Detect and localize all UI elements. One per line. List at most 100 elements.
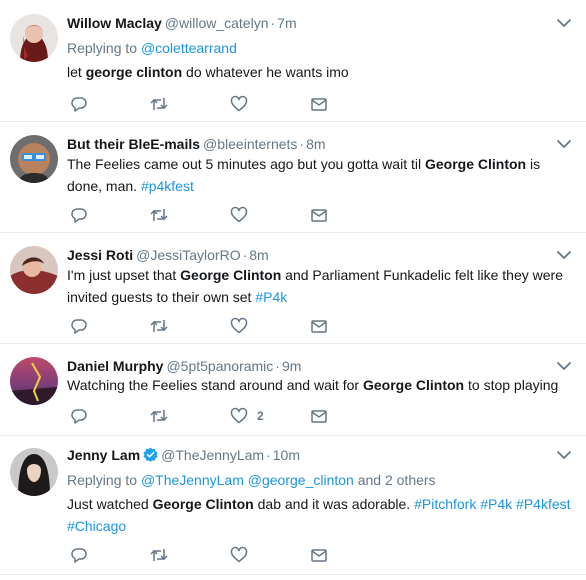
display-name[interactable]: But their BleE-mails (67, 136, 200, 152)
search-highlight: George Clinton (180, 267, 282, 283)
reply-button[interactable] (70, 94, 88, 114)
retweet-icon (150, 209, 168, 221)
display-name[interactable]: Jenny Lam (67, 447, 140, 463)
replying-others[interactable]: and 2 others (358, 472, 436, 488)
reply-button[interactable] (70, 406, 88, 426)
mention-link[interactable]: @colettearrand (141, 40, 237, 56)
reply-button[interactable] (70, 316, 88, 336)
chevron-down-icon[interactable] (556, 450, 572, 460)
chevron-down-icon[interactable] (556, 361, 572, 371)
search-highlight: George Clinton (152, 496, 254, 512)
timestamp[interactable]: 7m (277, 15, 296, 31)
direct-message-button[interactable] (310, 406, 328, 426)
text-segment: to stop playing (464, 377, 559, 393)
timestamp[interactable]: 8m (306, 136, 325, 152)
reply-icon (71, 319, 87, 334)
text-segment: do whatever he wants imo (182, 64, 349, 80)
replying-to: Replying to @TheJennyLam @george_clinton… (67, 470, 436, 490)
hashtag-link[interactable]: #p4kfest (141, 178, 194, 194)
hashtag-link[interactable]: #P4kfest (516, 496, 570, 512)
tweet-card[interactable]: Willow Maclay @willow_catelyn · 7m Replying… (0, 0, 586, 122)
tweet-card[interactable]: Jessi Roti @JessiTaylorRO · 8m I'm just ups… (0, 233, 586, 344)
heart-icon (230, 95, 248, 112)
chevron-down-icon[interactable] (556, 250, 572, 260)
text-segment: let (67, 64, 86, 80)
display-name[interactable]: Daniel Murphy (67, 358, 163, 374)
like-button[interactable] (230, 94, 248, 114)
reply-button[interactable] (70, 205, 88, 225)
reply-icon (71, 548, 87, 563)
user-handle[interactable]: @TheJennyLam (161, 447, 264, 463)
avatar[interactable] (10, 246, 58, 294)
retweet-icon (150, 98, 168, 110)
replying-label: Replying to (67, 40, 138, 56)
direct-message-button[interactable] (310, 316, 328, 336)
tweet-header: Willow Maclay @willow_catelyn · 7m (67, 13, 297, 33)
reply-button[interactable] (70, 545, 88, 565)
user-handle[interactable]: @5pt5panoramic (166, 358, 273, 374)
replying-to: Replying to @colettearrand (67, 38, 237, 58)
hashtag-link[interactable]: #P4k (255, 289, 287, 305)
like-button[interactable] (230, 316, 248, 336)
separator-dot: · (275, 358, 280, 374)
reply-icon (71, 208, 87, 223)
heart-icon (230, 206, 248, 223)
search-highlight: George Clinton (424, 156, 527, 172)
tweet-text: Watching the Feelies stand around and wa… (67, 374, 572, 396)
hashtag-link[interactable]: #Pitchfork (414, 496, 476, 512)
timestamp[interactable]: 8m (249, 247, 268, 263)
separator-dot: · (242, 247, 248, 263)
like-count: 2 (257, 409, 264, 423)
retweet-button[interactable] (149, 316, 169, 336)
retweet-button[interactable] (149, 205, 169, 225)
direct-message-button[interactable] (310, 94, 328, 114)
user-handle[interactable]: @willow_catelyn (165, 15, 269, 31)
like-button[interactable] (230, 205, 248, 225)
chevron-down-icon[interactable] (556, 139, 572, 149)
heart-icon (230, 546, 248, 563)
separator-dot: · (270, 15, 276, 31)
timestamp[interactable]: 9m (282, 358, 301, 374)
display-name[interactable]: Jessi Roti (67, 247, 133, 263)
avatar[interactable] (10, 448, 58, 496)
reply-icon (71, 409, 87, 424)
timestamp[interactable]: 10m (273, 447, 300, 463)
tweet-header: But their BleE-mails @bleeinternets · 8m (67, 134, 326, 154)
tweet-header: Daniel Murphy @5pt5panoramic · 9m (67, 356, 301, 376)
user-handle[interactable]: @bleeinternets (203, 136, 297, 152)
direct-message-button[interactable] (310, 205, 328, 225)
tweet-header: Jenny Lam @TheJennyLam · 10m (67, 445, 300, 465)
retweet-button[interactable] (149, 406, 169, 426)
reply-icon (71, 97, 87, 112)
tweet-card[interactable]: Daniel Murphy @5pt5panoramic · 9m Watching … (0, 344, 586, 436)
retweet-icon (150, 320, 168, 332)
text-segment: The Feelies came out 5 minutes ago but y… (67, 156, 425, 172)
like-button[interactable] (230, 545, 248, 565)
avatar[interactable] (10, 357, 58, 405)
verified-badge-icon (143, 447, 158, 462)
like-button[interactable]: 2 (230, 406, 264, 426)
user-handle[interactable]: @JessiTaylorRO (136, 247, 240, 263)
direct-message-button[interactable] (310, 545, 328, 565)
tweet-card[interactable]: Jenny Lam @TheJennyLam · 10m Replying to @T… (0, 436, 586, 575)
avatar[interactable] (10, 135, 58, 183)
display-name[interactable]: Willow Maclay (67, 15, 162, 31)
tweet-text: Just watched George Clinton dab and it w… (67, 493, 572, 537)
text-segment: dab and it was adorable. (253, 496, 415, 512)
retweet-icon (150, 410, 168, 422)
search-highlight: george clinton (85, 64, 183, 80)
replying-label: Replying to (67, 472, 138, 488)
chevron-down-icon[interactable] (556, 18, 572, 28)
mention-link[interactable]: @george_clinton (248, 472, 354, 488)
tweet-card[interactable]: But their BleE-mails @bleeinternets · 8m Th… (0, 122, 586, 233)
retweet-button[interactable] (149, 545, 169, 565)
hashtag-link[interactable]: #P4k (480, 496, 512, 512)
envelope-icon (311, 410, 327, 423)
mention-link[interactable]: @TheJennyLam (141, 472, 244, 488)
hashtag-link[interactable]: #Chicago (67, 518, 126, 534)
tweet-text: let george clinton do whatever he wants … (67, 61, 572, 83)
heart-icon (230, 317, 248, 334)
avatar[interactable] (10, 14, 58, 62)
retweet-button[interactable] (149, 94, 169, 114)
envelope-icon (311, 98, 327, 111)
